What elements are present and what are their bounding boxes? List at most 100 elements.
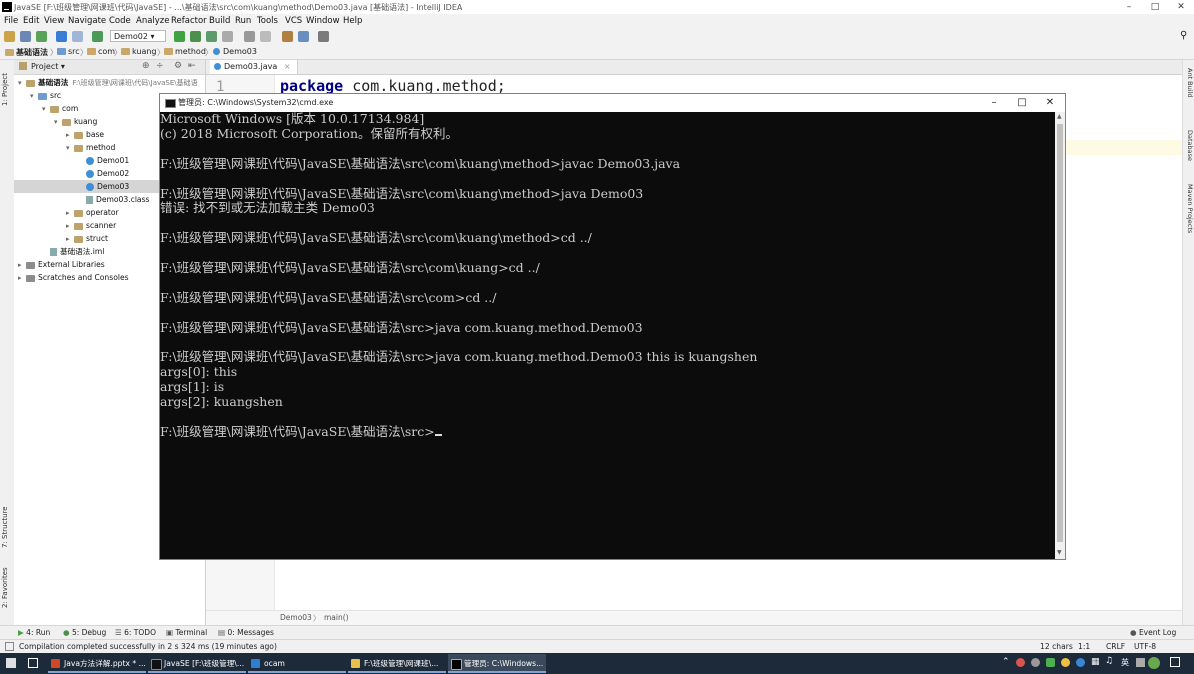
build-icon[interactable] (92, 31, 103, 42)
taskbar-item-ocam[interactable]: ocam (248, 654, 346, 673)
tray-app-icon[interactable] (1076, 658, 1085, 667)
task-view-icon[interactable] (28, 658, 38, 668)
network-icon[interactable]: ▦ (1091, 657, 1100, 667)
taskbar-item-intellij[interactable]: JavaSE [F:\班级管理\... (148, 654, 246, 673)
menu-refactor[interactable]: Refactor (171, 16, 207, 26)
menu-window[interactable]: Window (306, 16, 340, 26)
run-configuration-select[interactable]: Demo02 ▾ (110, 30, 166, 42)
menu-build[interactable]: Build (209, 16, 230, 26)
forward-arrow-icon[interactable] (72, 31, 83, 42)
tray-app-icon[interactable] (1148, 657, 1160, 669)
save-icon[interactable] (20, 31, 31, 42)
ant-build-tool-tab[interactable]: Ant Build (1186, 68, 1194, 98)
favorites-tool-tab[interactable]: 2: Favorites (1, 567, 9, 608)
coverage-icon[interactable] (206, 31, 217, 42)
toggle-panels-icon[interactable] (5, 642, 14, 651)
file-icon (86, 196, 93, 204)
collapse-all-icon[interactable]: ÷ (156, 61, 164, 71)
project-structure-icon[interactable] (244, 31, 255, 42)
ime-icon[interactable] (1136, 658, 1145, 667)
tray-app-icon[interactable] (1061, 658, 1070, 667)
breadcrumb-module[interactable]: 基础语法 (5, 47, 48, 58)
breadcrumb-method[interactable]: method (164, 47, 206, 56)
status-encoding[interactable]: UTF-8 (1134, 642, 1156, 651)
windows-start-icon[interactable] (6, 658, 16, 668)
sdk-icon[interactable] (260, 31, 271, 42)
menu-view[interactable]: View (44, 16, 64, 26)
status-line-separator[interactable]: CRLF (1106, 642, 1125, 651)
project-tool-tab[interactable]: 1: Project (1, 73, 9, 106)
run-icon[interactable] (174, 31, 185, 42)
taskbar-item-pptx[interactable]: Java方法详解.pptx * ... (48, 654, 146, 673)
breadcrumb-kuang[interactable]: kuang (121, 47, 157, 56)
target-icon[interactable]: ⊕ (142, 61, 150, 71)
menu-vcs[interactable]: VCS (285, 16, 302, 26)
notification-icon[interactable] (1170, 657, 1180, 667)
settings-wrench-icon[interactable] (282, 31, 293, 42)
tray-chevron-icon[interactable]: ⌃ (1002, 657, 1010, 667)
breadcrumb-src[interactable]: src (57, 47, 80, 56)
cmd-minimize-icon[interactable]: – (980, 95, 1008, 111)
stop-icon[interactable] (222, 31, 233, 42)
messages-tool-button[interactable]: ▤ 0: Messages (218, 628, 274, 637)
close-icon[interactable]: ✕ (1168, 0, 1194, 14)
sync-icon[interactable] (36, 31, 47, 42)
status-caret-position[interactable]: 1:1 (1078, 642, 1090, 651)
menu-help[interactable]: Help (343, 16, 362, 26)
breadcrumb-com[interactable]: com (87, 47, 115, 56)
debug-icon[interactable] (190, 31, 201, 42)
gear-icon[interactable]: ⚙ (174, 61, 182, 71)
menu-code[interactable]: Code (109, 16, 131, 26)
structure-icon[interactable] (298, 31, 309, 42)
tray-app-icon[interactable] (1031, 658, 1040, 667)
menu-edit[interactable]: Edit (23, 16, 39, 26)
debug-tool-button[interactable]: ● 5: Debug (63, 628, 106, 637)
wechat-icon[interactable] (1046, 658, 1055, 667)
scroll-down-icon[interactable]: ▼ (1057, 549, 1062, 556)
input-language[interactable]: 英 (1121, 657, 1129, 668)
breadcrumb-demo03[interactable]: Demo03 (213, 47, 257, 56)
terminal-tool-button[interactable]: ▣ Terminal (166, 628, 207, 637)
run-tool-button[interactable]: ▶ 4: Run (18, 628, 50, 637)
editor-breadcrumb-class[interactable]: Demo03 (280, 613, 312, 622)
breadcrumb-kuang-label: kuang (132, 47, 157, 56)
menu-file[interactable]: File (4, 16, 18, 26)
search-everywhere-icon[interactable]: ⚲ (1180, 30, 1187, 41)
cmd-icon (451, 659, 462, 670)
volume-icon[interactable]: ♫ (1105, 656, 1113, 666)
scroll-up-icon[interactable]: ▲ (1057, 113, 1062, 120)
src-folder-icon (57, 48, 66, 55)
tray-app-icon[interactable] (1016, 658, 1025, 667)
class-icon (213, 48, 220, 55)
console-output[interactable]: Microsoft Windows [版本 10.0.17134.984] (c)… (160, 111, 1055, 559)
cmd-title-bar[interactable]: 管理员: C:\Windows\System32\cmd.exe – □ ✕ (160, 94, 1065, 112)
menu-tools[interactable]: Tools (257, 16, 278, 26)
tree-item[interactable]: ▾ 基础语法 F:\班级管理\网课班\代码\JavaSE\基础语 (14, 76, 205, 89)
cmd-maximize-icon[interactable]: □ (1008, 95, 1036, 111)
package-icon (121, 48, 130, 55)
chevron-right-icon[interactable]: ▸ (18, 272, 26, 285)
todo-tool-button[interactable]: ☰ 6: TODO (115, 628, 156, 637)
vcs-icon[interactable] (318, 31, 329, 42)
cmd-window[interactable]: 管理员: C:\Windows\System32\cmd.exe – □ ✕ M… (159, 93, 1066, 560)
editor-breadcrumb-method[interactable]: main() (324, 613, 349, 622)
menu-analyze[interactable]: Analyze (136, 16, 170, 26)
hide-panel-icon[interactable]: ⇤ (188, 61, 196, 71)
menu-navigate[interactable]: Navigate (68, 16, 106, 26)
back-arrow-icon[interactable] (56, 31, 67, 42)
open-folder-icon[interactable] (4, 31, 15, 42)
cmd-close-icon[interactable]: ✕ (1036, 95, 1064, 111)
cmd-scrollbar-thumb[interactable] (1057, 124, 1063, 542)
maven-projects-tool-tab[interactable]: Maven Projects (1186, 184, 1194, 233)
tab-close-icon[interactable]: × (284, 62, 291, 71)
tab-demo03-java[interactable]: Demo03.java × (210, 60, 298, 74)
maximize-icon[interactable]: □ (1142, 0, 1168, 14)
project-view-selector[interactable]: Project ▾ (31, 62, 65, 71)
taskbar-item-explorer[interactable]: F:\班级管理\网课班\... (348, 654, 446, 673)
event-log-button[interactable]: ● Event Log (1130, 628, 1176, 637)
taskbar-item-cmd[interactable]: 管理员: C:\Windows... (448, 654, 546, 673)
structure-tool-tab[interactable]: 7: Structure (1, 506, 9, 548)
menu-run[interactable]: Run (235, 16, 251, 26)
database-tool-tab[interactable]: Database (1186, 130, 1194, 161)
minimize-icon[interactable]: – (1116, 0, 1142, 14)
